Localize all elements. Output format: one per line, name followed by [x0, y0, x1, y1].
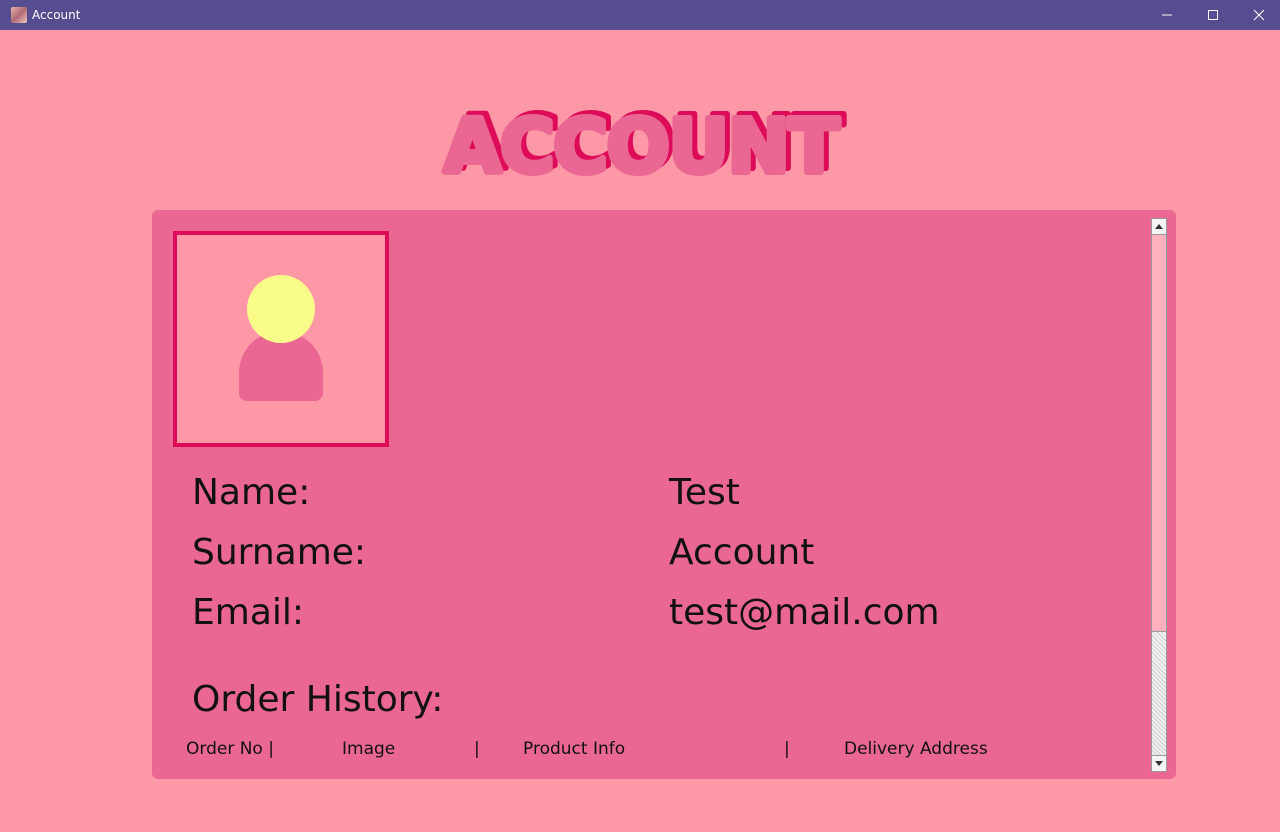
column-separator: |: [784, 739, 790, 759]
maximize-button[interactable]: [1190, 0, 1236, 30]
maximize-icon: [1208, 10, 1218, 20]
name-value: Test: [669, 472, 740, 513]
surname-label: Surname:: [192, 532, 367, 573]
order-history-heading: Order History:: [192, 679, 444, 720]
app-icon: [11, 7, 27, 23]
user-avatar-head-icon: [247, 275, 315, 343]
window-titlebar[interactable]: Account: [0, 0, 1280, 30]
name-label: Name:: [192, 472, 311, 513]
scroll-track[interactable]: [1152, 632, 1166, 755]
email-value: test@mail.com: [669, 592, 940, 633]
email-label: Email:: [192, 592, 305, 633]
scroll-down-button[interactable]: [1152, 755, 1166, 771]
column-image: Image: [342, 739, 396, 759]
column-product-info: Product Info: [523, 739, 626, 759]
column-delivery-address: Delivery Address: [844, 739, 988, 759]
arrow-down-icon: [1155, 761, 1163, 766]
window-title: Account: [32, 8, 81, 22]
svg-text:ACCOUNT: ACCOUNT: [444, 104, 840, 184]
vertical-scrollbar[interactable]: [1151, 218, 1167, 772]
close-button[interactable]: [1236, 0, 1280, 30]
scroll-thumb[interactable]: [1152, 235, 1166, 632]
surname-value: Account: [669, 532, 815, 573]
arrow-up-icon: [1155, 224, 1163, 229]
minimize-icon: [1162, 14, 1172, 16]
avatar-frame: [173, 231, 389, 447]
close-icon: [1253, 9, 1265, 21]
scroll-up-button[interactable]: [1152, 219, 1166, 235]
account-heading: ACCOUNT ACCOUNT: [441, 97, 849, 184]
column-order-no: Order No |: [186, 739, 274, 759]
account-panel: Name: Test Surname: Account Email: test@…: [152, 210, 1176, 779]
minimize-button[interactable]: [1144, 0, 1190, 30]
column-separator: |: [474, 739, 480, 759]
